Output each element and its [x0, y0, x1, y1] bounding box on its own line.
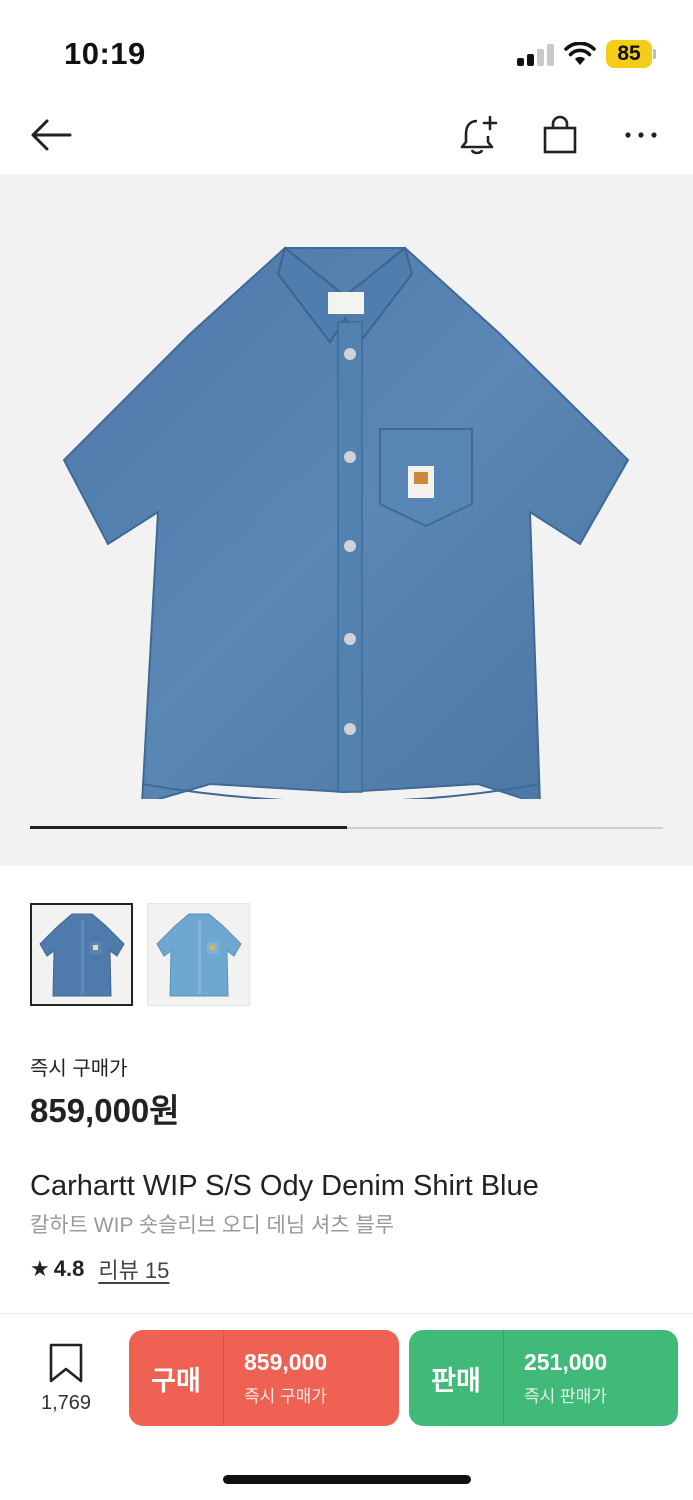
battery-level: 85: [606, 40, 652, 68]
gallery-progress-bar: [30, 826, 663, 829]
status-bar: 10:19 85: [0, 0, 693, 100]
wifi-icon: [564, 41, 596, 66]
denim-shirt-image: [62, 246, 630, 799]
wishlist-button[interactable]: 1,769: [30, 1343, 102, 1415]
sell-button[interactable]: 판매 251,000 즉시 판매가: [409, 1330, 678, 1426]
more-dots-icon[interactable]: [618, 112, 664, 158]
bottom-bar-divider: [0, 1313, 693, 1314]
product-title-ko: 칼하트 WIP 숏슬리브 오디 데님 셔츠 블루: [30, 1214, 395, 1237]
wishlist-count: 1,769: [40, 1392, 92, 1414]
home-indicator: [223, 1475, 471, 1484]
cellular-signal-icon: [517, 44, 555, 66]
top-navigation-bar: [0, 100, 693, 174]
product-image-gallery[interactable]: [0, 174, 693, 866]
gallery-progress-fill: [30, 826, 347, 829]
buy-button-price: 859,000: [244, 1349, 328, 1375]
status-time: 10:19: [64, 36, 146, 71]
sell-button-caption: 즉시 판매가: [524, 1387, 607, 1406]
star-icon: ★: [30, 1256, 50, 1281]
thumbnail-dark-blue[interactable]: [30, 903, 133, 1006]
thumbnail-light-blue[interactable]: [147, 903, 250, 1006]
buy-button-label: 구매: [129, 1330, 224, 1426]
shopping-bag-icon[interactable]: [537, 112, 583, 158]
sell-button-price: 251,000: [524, 1349, 608, 1375]
rating-score: 4.8: [53, 1256, 85, 1281]
back-arrow-icon[interactable]: [28, 112, 74, 158]
bell-plus-icon[interactable]: [456, 112, 502, 158]
product-rating: ★ 4.8 리뷰 15: [30, 1253, 169, 1285]
sell-button-label: 판매: [409, 1330, 504, 1426]
instant-buy-price-label: 즉시 구매가: [30, 1058, 128, 1080]
battery-icon: 85: [606, 40, 656, 68]
instant-buy-price: 859,000원: [30, 1092, 180, 1129]
product-title-en: Carhartt WIP S/S Ody Denim Shirt Blue: [30, 1170, 539, 1202]
buy-button[interactable]: 구매 859,000 즉시 구매가: [129, 1330, 399, 1426]
bookmark-icon: [49, 1343, 83, 1383]
reviews-link[interactable]: 리뷰 15: [98, 1253, 169, 1285]
thumbnail-strip: [30, 903, 250, 1007]
buy-button-caption: 즉시 구매가: [244, 1387, 327, 1406]
